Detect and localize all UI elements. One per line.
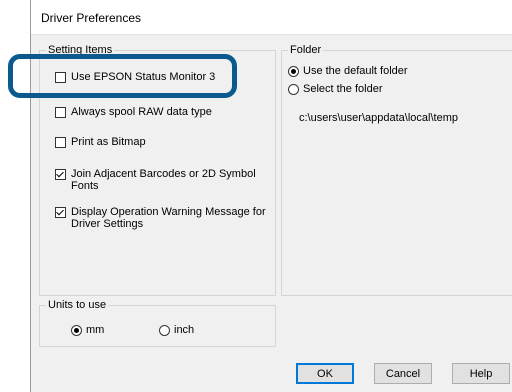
default-folder-label[interactable]: Use the default folder [303, 65, 408, 77]
spool-raw-label[interactable]: Always spool RAW data type [71, 106, 212, 118]
join-barcodes-checkbox[interactable] [55, 169, 66, 180]
inch-label[interactable]: inch [174, 324, 194, 336]
cancel-button[interactable]: Cancel [374, 363, 432, 384]
help-button[interactable]: Help [452, 363, 510, 384]
dialog-title: Driver Preferences [41, 11, 142, 25]
print-bitmap-label[interactable]: Print as Bitmap [71, 136, 146, 148]
highlight-callout [8, 54, 237, 98]
operation-warning-checkbox[interactable] [55, 207, 66, 218]
mm-label[interactable]: mm [86, 324, 104, 336]
ok-button[interactable]: OK [296, 363, 354, 384]
operation-warning-label[interactable]: Display Operation Warning Message for Dr… [71, 206, 271, 230]
mm-radio[interactable] [71, 325, 82, 336]
print-bitmap-checkbox[interactable] [55, 137, 66, 148]
title-bar: Driver Preferences [31, 0, 512, 35]
select-folder-label[interactable]: Select the folder [303, 83, 383, 95]
folder-path: c:\users\user\appdata\local\temp [299, 112, 458, 124]
default-folder-radio[interactable] [288, 66, 299, 77]
select-folder-radio[interactable] [288, 84, 299, 95]
units-legend: Units to use [46, 299, 109, 311]
folder-legend: Folder [288, 44, 324, 56]
spool-raw-checkbox[interactable] [55, 107, 66, 118]
join-barcodes-label[interactable]: Join Adjacent Barcodes or 2D Symbol Font… [71, 168, 271, 192]
inch-radio[interactable] [159, 325, 170, 336]
